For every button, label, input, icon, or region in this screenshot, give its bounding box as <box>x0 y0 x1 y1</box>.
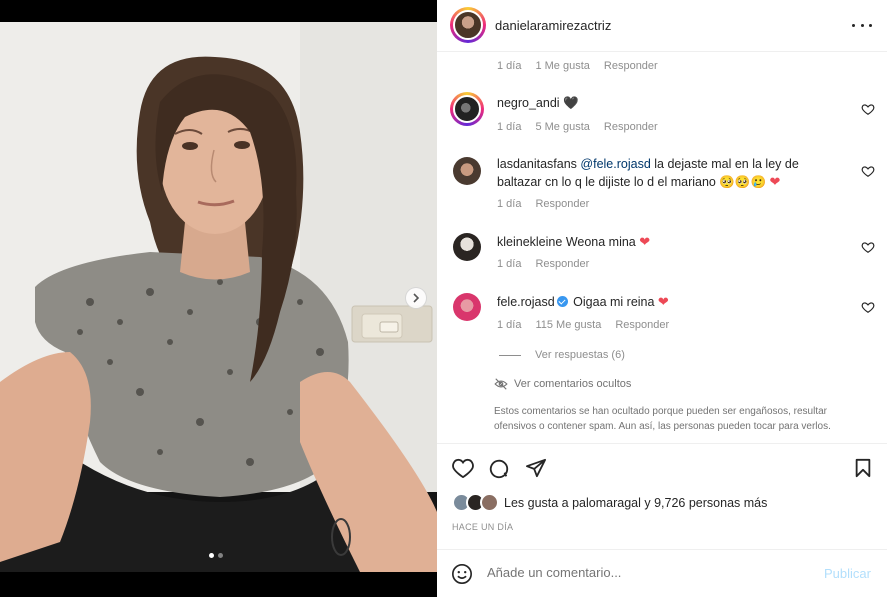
author-avatar[interactable] <box>453 10 483 40</box>
post-header: danielaramirezactriz <box>437 0 887 52</box>
comment-meta: 1 día Responder <box>497 198 603 210</box>
author-username[interactable]: danielaramirezactriz <box>495 18 611 33</box>
commenter-avatar[interactable] <box>453 95 481 123</box>
commenter-username[interactable]: negro_andi <box>497 96 560 110</box>
like-heart-icon[interactable] <box>452 458 474 478</box>
post-action-bar <box>437 443 887 491</box>
liker-avatar <box>480 493 499 512</box>
reply-button[interactable]: Responder <box>604 60 658 72</box>
commenter-avatar[interactable] <box>453 157 481 185</box>
post-media <box>0 0 437 597</box>
share-paper-plane-icon[interactable] <box>525 458 547 478</box>
comment-bubble-icon[interactable] <box>488 458 510 480</box>
comment-body: Oigaa mi reina <box>569 295 658 309</box>
comment-text: kleinekleine Weona mina ❤ <box>497 233 827 251</box>
carousel-dot <box>218 553 223 558</box>
add-comment-bar: Publicar <box>437 549 887 597</box>
post-timestamp: HACE UN DÍA <box>452 522 514 532</box>
comment-likes[interactable]: 115 Me gusta <box>535 319 601 331</box>
red-heart-emoji: ❤ <box>769 174 781 189</box>
comment-text: fele.rojasd Oigaa mi reina ❤ <box>497 293 827 311</box>
liker-avatars <box>452 493 500 513</box>
reply-button[interactable]: Responder <box>615 319 669 331</box>
like-comment-heart-icon[interactable] <box>861 240 875 254</box>
reply-button[interactable]: Responder <box>604 121 658 133</box>
save-bookmark-icon[interactable] <box>854 458 872 478</box>
post-details-panel: danielaramirezactriz 1 día 1 Me gusta Re… <box>437 0 887 597</box>
reply-button[interactable]: Responder <box>535 198 589 210</box>
chevron-right-icon <box>413 293 420 303</box>
more-options-icon[interactable] <box>852 16 872 34</box>
carousel-indicator <box>209 553 223 558</box>
view-hidden-comments-label: Ver comentarios ocultos <box>514 378 632 390</box>
like-comment-heart-icon[interactable] <box>861 300 875 314</box>
comment-input[interactable] <box>487 565 807 580</box>
comment-body: Weona mina <box>565 235 640 249</box>
comment-time: 1 día <box>497 121 522 133</box>
mention-link[interactable]: @fele.rojasd <box>580 157 650 171</box>
view-replies-button[interactable]: Ver respuestas (6) <box>499 349 625 361</box>
commenter-username[interactable]: kleinekleine <box>497 235 562 249</box>
view-replies-label: Ver respuestas (6) <box>535 349 625 361</box>
replies-divider-line <box>499 354 521 356</box>
eye-slash-icon <box>494 378 508 390</box>
post-photo[interactable] <box>0 22 437 572</box>
verified-badge-icon <box>556 296 568 307</box>
likes-text[interactable]: Les gusta a palomaragal y 9,726 personas… <box>504 496 767 510</box>
comment-time: 1 día <box>497 319 522 331</box>
comment-text: negro_andi 🖤 <box>497 94 827 112</box>
commenter-username[interactable]: lasdanitasfans <box>497 157 577 171</box>
commenter-avatar[interactable] <box>453 293 481 321</box>
comment-body: 🖤 <box>563 96 579 110</box>
likes-summary: Les gusta a palomaragal y 9,726 personas… <box>452 493 767 513</box>
selfie-illustration <box>0 22 437 572</box>
hidden-comments-note: Estos comentarios se han ocultado porque… <box>494 406 831 432</box>
comment-meta: 1 día 115 Me gusta Responder <box>497 319 683 331</box>
red-heart-emoji: ❤ <box>657 294 669 309</box>
publish-button[interactable]: Publicar <box>824 566 871 581</box>
red-heart-emoji: ❤ <box>639 234 651 249</box>
like-comment-heart-icon[interactable] <box>861 102 875 116</box>
commenter-avatar[interactable] <box>453 233 481 261</box>
emoji-smiley-icon[interactable] <box>451 563 473 585</box>
comment-time: 1 día <box>497 198 522 210</box>
comment-time: 1 día <box>497 60 522 72</box>
like-comment-heart-icon[interactable] <box>861 164 875 178</box>
comment-meta: 1 día Responder <box>497 258 603 270</box>
carousel-dot-active <box>209 553 214 558</box>
reply-button[interactable]: Responder <box>535 258 589 270</box>
comment-text: lasdanitasfans @fele.rojasd la dejaste m… <box>497 155 827 191</box>
comment-time: 1 día <box>497 258 522 270</box>
comment-meta: 1 día 1 Me gusta Responder <box>497 60 672 72</box>
commenter-username[interactable]: fele.rojasd <box>497 295 555 309</box>
view-hidden-comments-button[interactable]: Ver comentarios ocultos <box>494 378 631 390</box>
comment-meta: 1 día 5 Me gusta Responder <box>497 121 672 133</box>
carousel-next-button[interactable] <box>405 287 427 309</box>
comment-likes[interactable]: 1 Me gusta <box>535 60 589 72</box>
comment-likes[interactable]: 5 Me gusta <box>535 121 589 133</box>
